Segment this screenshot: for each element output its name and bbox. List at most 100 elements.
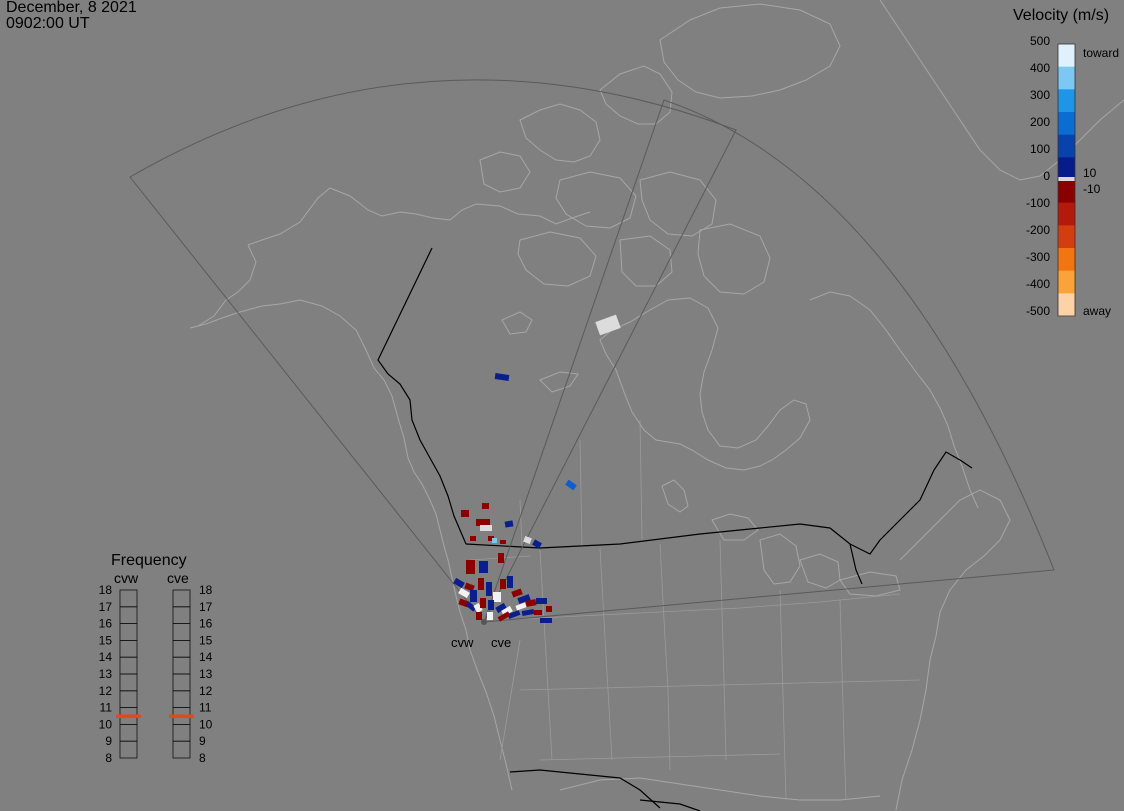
frequency-tick-left: 18: [99, 583, 113, 597]
velocity-color-band: [1058, 270, 1075, 294]
velocity-cell: [453, 577, 465, 589]
frequency-bin: [119, 640, 138, 658]
velocity-color-band: [1058, 248, 1075, 272]
frequency-tick-left: 16: [99, 617, 113, 631]
frequency-tick-right: 16: [199, 617, 213, 631]
velocity-color-scale: [1057, 43, 1076, 317]
velocity-color-band: [1058, 225, 1075, 249]
velocity-cell: [476, 519, 490, 526]
frequency-tick-right: 14: [199, 650, 213, 664]
frequency-bin: [172, 740, 191, 759]
velocity-color-band: [1058, 44, 1075, 68]
velocity-tick-200: 200: [1030, 115, 1050, 129]
velocity-tick-neg200: -200: [1026, 223, 1050, 237]
velocity-cell: [507, 576, 513, 588]
velocity-color-band: [1058, 112, 1075, 136]
velocity-cell: [480, 525, 492, 531]
frequency-tick-right: 15: [199, 633, 213, 647]
velocity-label-toward: toward: [1083, 46, 1119, 60]
frequency-bin: [172, 673, 191, 692]
frequency-marker-cve: [169, 714, 194, 718]
velocity-cell: [565, 479, 577, 491]
velocity-label-away: away: [1083, 304, 1111, 318]
frequency-bin: [172, 606, 191, 624]
radar-fov: [129, 79, 1055, 623]
frequency-tick-right: 13: [199, 667, 213, 681]
frequency-tick-right: 18: [199, 583, 213, 597]
frequency-tick-left: 10: [99, 717, 113, 731]
velocity-cell: [500, 579, 506, 589]
radar-sites: cvw cve: [451, 619, 511, 650]
velocity-threshold-pos: 10: [1083, 166, 1097, 180]
velocity-color-band: [1058, 293, 1075, 317]
frequency-bin: [172, 589, 191, 608]
frequency-bin: [172, 690, 191, 708]
velocity-threshold-neg: -10: [1083, 182, 1101, 196]
velocity-legend: Velocity (m/s) toward away 10 -10 500 40…: [1013, 7, 1119, 318]
frequency-bin: [172, 656, 191, 675]
velocity-cell: [478, 578, 484, 590]
velocity-cell: [595, 314, 621, 336]
velocity-cell: [511, 588, 523, 598]
frequency-tick-left: 11: [100, 701, 113, 715]
velocity-cell: [486, 582, 492, 596]
frequency-tick-left: 8: [105, 751, 112, 765]
velocity-cell: [541, 598, 547, 604]
velocity-cell: [498, 553, 504, 563]
frequency-bin: [119, 623, 138, 641]
velocity-cell: [492, 538, 497, 543]
velocity-tick-400: 400: [1030, 61, 1050, 75]
frequency-tick-right: 12: [199, 684, 213, 698]
radar-label-cvw: cvw: [451, 635, 474, 650]
frequency-tick-left: 13: [99, 667, 113, 681]
velocity-cell: [494, 373, 510, 381]
radar-site-marker: [481, 619, 487, 625]
fov-cve: [483, 99, 1055, 623]
frequency-title: Frequency: [111, 552, 187, 569]
frequency-bin: [172, 724, 191, 742]
velocity-cell: [493, 592, 501, 602]
frequency-boxes: 18 18 17 17 16 16 15 15 14 14 13 13 12 12 11 11 10 10 9 9 8 8: [99, 583, 213, 765]
frequency-tick-left: 15: [99, 633, 113, 647]
frequency-tick-right: 9: [199, 734, 206, 748]
velocity-cell: [487, 612, 493, 620]
velocity-cell: [540, 618, 552, 623]
frequency-tick-left: 17: [99, 600, 113, 614]
frequency-bin: [119, 724, 138, 742]
velocity-tick-neg300: -300: [1026, 250, 1050, 264]
velocity-cell: [466, 560, 475, 574]
velocity-cell: [482, 503, 489, 509]
velocity-tick-500: 500: [1030, 34, 1050, 48]
frequency-bin: [119, 740, 138, 759]
velocity-cell: [500, 540, 506, 544]
radar-label-cve: cve: [491, 635, 511, 650]
velocity-legend-title: Velocity (m/s): [1013, 7, 1109, 24]
frequency-bin: [172, 623, 191, 641]
frequency-marker-cvw: [116, 714, 141, 718]
frequency-panel: Frequency cvw cve 18 18 17 17 16 16 15 15 14 14 13…: [99, 552, 213, 765]
frequency-bin: [119, 589, 138, 608]
velocity-tick-0: 0: [1043, 169, 1050, 183]
velocity-color-band: [1058, 66, 1075, 90]
velocity-cell: [488, 600, 494, 610]
velocity-tick-100: 100: [1030, 142, 1050, 156]
velocity-tick-neg500: -500: [1026, 304, 1050, 318]
frequency-tick-left: 9: [105, 734, 112, 748]
frequency-bin: [172, 640, 191, 658]
velocity-cell: [476, 612, 482, 620]
frequency-radar-cve: cve: [167, 570, 189, 586]
frequency-tick-right: 11: [199, 701, 212, 715]
frequency-bin: [119, 656, 138, 675]
velocity-color-band: [1058, 202, 1075, 226]
frequency-tick-right: 17: [199, 600, 213, 614]
velocity-color-band: [1058, 89, 1075, 113]
country-borders: [377, 247, 973, 811]
frequency-tick-left: 12: [99, 684, 113, 698]
velocity-cell: [546, 606, 552, 612]
velocity-tick-300: 300: [1030, 88, 1050, 102]
velocity-cell: [521, 608, 535, 617]
frequency-tick-left: 14: [99, 650, 113, 664]
velocity-cell: [480, 598, 486, 608]
velocity-cell: [479, 561, 488, 573]
radar-map-view: December, 8 2021 0902:00 UT cvw cve Velo…: [0, 0, 1124, 811]
